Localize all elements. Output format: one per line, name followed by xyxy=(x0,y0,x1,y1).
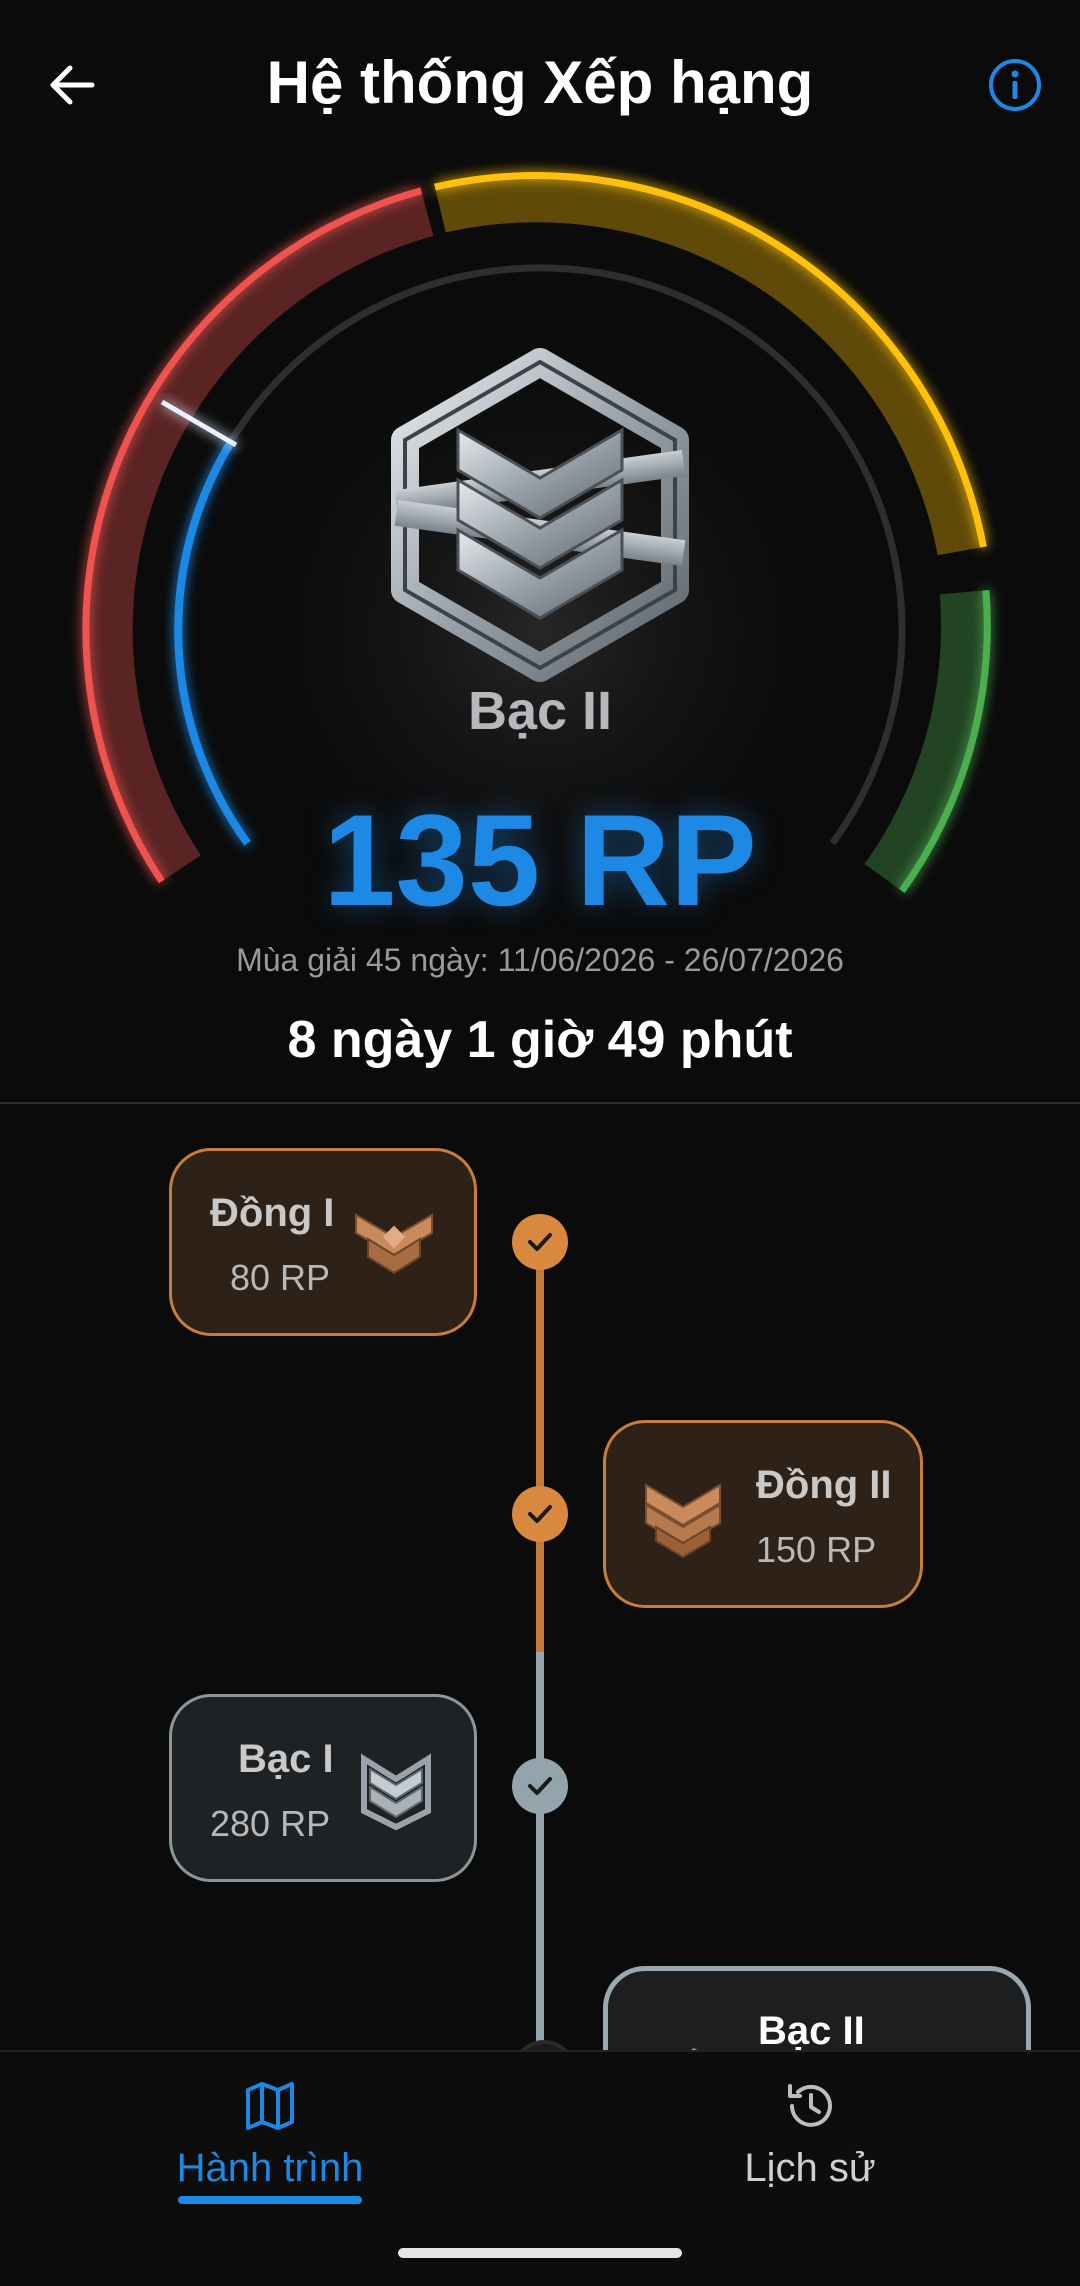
tier-card-dong-2[interactable]: Đồng II 150 RP xyxy=(603,1420,923,1608)
timeline-node-completed xyxy=(512,1486,568,1542)
rank-journey-timeline: Đồng I 80 RP Đồng II 150 RP Bạc I 280 RP xyxy=(0,1104,1080,2050)
tier-name: Đồng I xyxy=(210,1191,335,1235)
tier-name: Bạc II xyxy=(758,2009,865,2050)
silver-rank-icon xyxy=(361,1753,431,1831)
bronze-rank-icon xyxy=(645,1483,721,1559)
tier-name: Bạc I xyxy=(238,1737,334,1781)
check-icon xyxy=(528,1777,552,1795)
timeline-node-completed xyxy=(512,1758,568,1814)
bronze-rank-icon xyxy=(355,1213,433,1275)
app-header: Hệ thống Xếp hạng xyxy=(0,0,1080,170)
tier-card-dong-1[interactable]: Đồng I 80 RP xyxy=(169,1148,477,1336)
timeline-node-current xyxy=(512,2040,576,2050)
tab-label: Hành trình xyxy=(176,2146,364,2190)
tier-card-bac-2-current[interactable]: Bạc II xyxy=(603,1966,1031,2050)
tab-label: Lịch sử xyxy=(744,2146,876,2190)
info-circle-icon xyxy=(989,59,1041,111)
tier-points: 80 RP xyxy=(230,1257,331,1298)
tab-journey[interactable]: Hành trình xyxy=(0,2052,540,2252)
tier-points: 150 RP xyxy=(756,1529,877,1570)
tab-history[interactable]: Lịch sử xyxy=(540,2052,1080,2252)
tier-points: 280 RP xyxy=(210,1803,331,1844)
check-icon xyxy=(528,1233,552,1251)
page-title: Hệ thống Xếp hạng xyxy=(266,49,814,116)
tier-name: Đồng II xyxy=(756,1463,892,1507)
current-rank-name: Bạc II xyxy=(467,681,613,741)
active-tab-indicator xyxy=(178,2196,362,2204)
check-icon xyxy=(528,1505,552,1523)
season-date-range: Mùa giải 45 ngày: 11/06/2026 - 26/07/202… xyxy=(236,942,844,978)
history-icon xyxy=(788,2084,832,2127)
season-countdown: 8 ngày 1 giờ 49 phút xyxy=(287,1011,793,1069)
timeline-node-completed xyxy=(512,1214,568,1270)
timeline-line-silver xyxy=(536,1652,544,2050)
current-rank-points: 135 RP xyxy=(323,787,757,933)
tier-card-bac-1[interactable]: Bạc I 280 RP xyxy=(169,1694,477,1882)
map-icon xyxy=(246,2082,294,2130)
info-button[interactable] xyxy=(985,55,1045,115)
home-indicator[interactable] xyxy=(398,2248,682,2258)
